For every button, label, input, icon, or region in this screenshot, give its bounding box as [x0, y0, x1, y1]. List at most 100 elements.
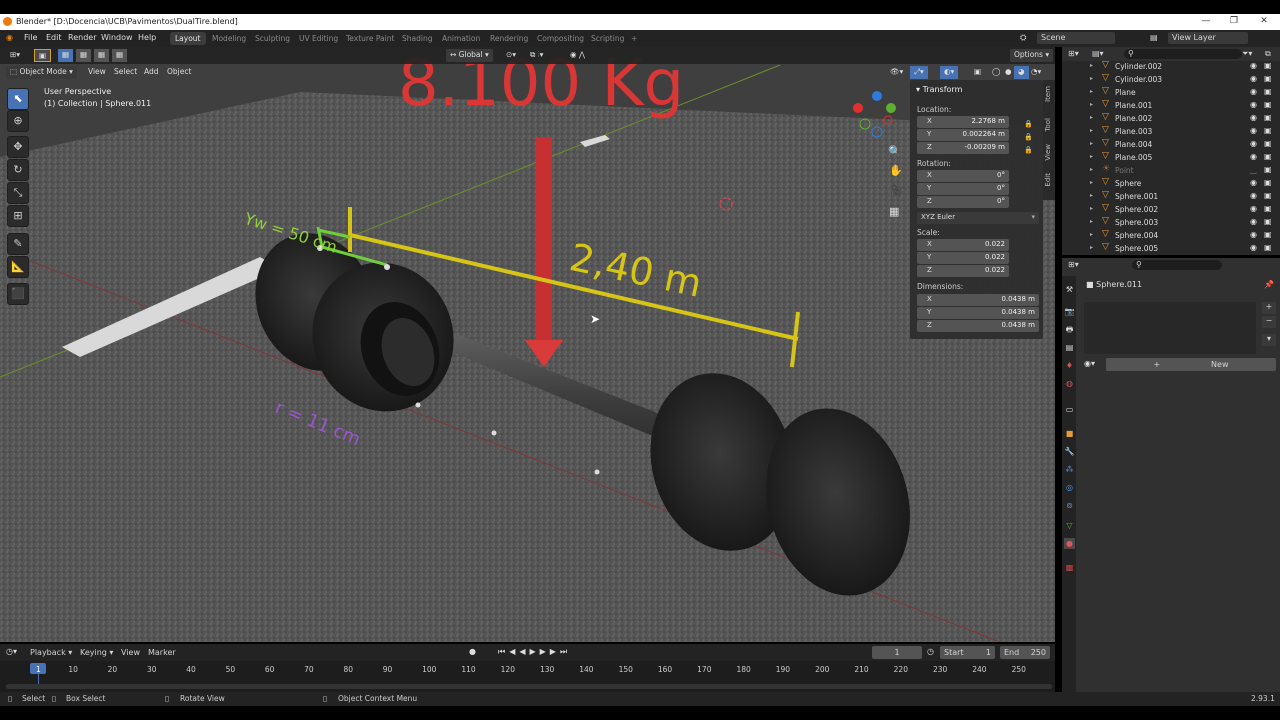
collection-tab-icon[interactable]: ▭: [1064, 404, 1075, 415]
camera-view-icon[interactable]: 🎥: [889, 184, 903, 197]
scale-x-field[interactable]: X 0.022: [917, 239, 1009, 251]
rotation-z-field[interactable]: Z 0°: [917, 196, 1009, 208]
maximize-icon[interactable]: ❐: [1220, 15, 1248, 29]
menu-add[interactable]: Add: [140, 66, 163, 79]
view-layer-icon[interactable]: ▤: [1150, 33, 1158, 42]
tab-shading[interactable]: Shading: [397, 32, 437, 45]
shading-rendered-icon[interactable]: ◔▾: [1027, 66, 1045, 79]
tab-animation[interactable]: Animation: [437, 32, 485, 45]
pan-icon[interactable]: ✋: [889, 164, 903, 177]
eye-icon[interactable]: ◉: [1250, 191, 1257, 200]
physics-tab-icon[interactable]: ◎: [1064, 482, 1075, 493]
close-icon[interactable]: ✕: [1250, 15, 1278, 29]
list-item[interactable]: ▸ ▽ Cylinder.003 ◉ ▣: [1062, 73, 1280, 86]
move-tool-icon[interactable]: ✥: [7, 136, 29, 158]
dimensions-x-field[interactable]: X 0.0438 m: [917, 294, 1039, 306]
eye-icon[interactable]: ◉: [1250, 74, 1257, 83]
new-collection-icon[interactable]: ⧉: [1265, 49, 1271, 59]
eye-icon[interactable]: ◉: [1250, 217, 1257, 226]
rotate-tool-icon[interactable]: ↻: [7, 159, 29, 181]
menu-object[interactable]: Object: [163, 66, 195, 79]
texture-tab-icon[interactable]: ▩: [1064, 562, 1075, 573]
list-item[interactable]: ▸ ▽ Sphere.003 ◉ ▣: [1062, 216, 1280, 229]
list-item[interactable]: ▸ ▽ Sphere ◉ ▣: [1062, 177, 1280, 190]
tab-edit[interactable]: Edit: [1044, 173, 1054, 187]
scene-tab-icon[interactable]: ♦: [1064, 360, 1075, 371]
view-layer-selector[interactable]: View Layer: [1168, 32, 1248, 44]
options-button[interactable]: Options ▾: [1010, 49, 1054, 62]
new-material-button[interactable]: + New: [1106, 358, 1276, 371]
camera-icon[interactable]: ▣: [1264, 61, 1272, 70]
scale-z-field[interactable]: Z 0.022: [917, 265, 1009, 277]
outliner-search-input[interactable]: ⚲: [1124, 49, 1242, 59]
zoom-icon[interactable]: 🔍: [888, 145, 902, 158]
tab-texture-paint[interactable]: Texture Paint: [341, 32, 399, 45]
camera-icon[interactable]: ▣: [1264, 152, 1272, 161]
3d-viewport[interactable]: 8.100 Kg Yw = 50 cm 2,40 m r = 11 cm ⊞▾ …: [0, 47, 1055, 642]
list-item[interactable]: ▸ ☀ Point ‿ ▣: [1062, 164, 1280, 177]
list-item[interactable]: ▸ ▽ Plane.001 ◉ ▣: [1062, 99, 1280, 112]
location-x-field[interactable]: X 2.2768 m: [917, 116, 1009, 128]
list-item[interactable]: ▸ ▽ Sphere.002 ◉ ▣: [1062, 203, 1280, 216]
tab-item[interactable]: Item: [1044, 86, 1054, 102]
tab-scripting[interactable]: Scripting: [586, 32, 629, 45]
remove-slot-button[interactable]: −: [1262, 316, 1276, 328]
add-slot-button[interactable]: +: [1262, 302, 1276, 314]
scale-y-field[interactable]: Y 0.022: [917, 252, 1009, 264]
list-item[interactable]: ▸ ▽ Plane.005 ◉ ▣: [1062, 151, 1280, 164]
scale-tool-icon[interactable]: ⤡: [7, 182, 29, 204]
menu-window[interactable]: Window: [101, 33, 133, 42]
tab-rendering[interactable]: Rendering: [485, 32, 533, 45]
rotation-mode-select[interactable]: XYZ Euler ▾: [917, 212, 1039, 224]
menu-render[interactable]: Render: [68, 33, 96, 42]
camera-icon[interactable]: ▣: [1264, 230, 1272, 239]
menu-help[interactable]: Help: [138, 33, 156, 42]
select-mode-extend-icon[interactable]: ▦: [76, 49, 92, 62]
object-tab-icon[interactable]: ■: [1064, 428, 1075, 439]
particles-tab-icon[interactable]: ⁂: [1064, 464, 1075, 475]
tab-layout[interactable]: Layout: [170, 32, 206, 45]
minimize-icon[interactable]: —: [1192, 15, 1220, 29]
tab-compositing[interactable]: Compositing: [532, 32, 589, 45]
menu-edit[interactable]: Edit: [46, 33, 62, 42]
editor-type-icon[interactable]: ⊞▾: [6, 49, 24, 62]
pin-icon[interactable]: 📌: [1264, 280, 1274, 289]
camera-icon[interactable]: ▣: [1264, 113, 1272, 122]
modifier-tab-icon[interactable]: 🔧: [1064, 446, 1075, 457]
list-item[interactable]: ▸ ▽ Sphere.001 ◉ ▣: [1062, 190, 1280, 203]
eye-icon[interactable]: ◉: [1250, 61, 1257, 70]
material-browse-icon[interactable]: ◉▾: [1084, 359, 1095, 368]
tab-uv-editing[interactable]: UV Editing: [294, 32, 343, 45]
cursor-tool-icon[interactable]: ⊕: [7, 110, 29, 132]
rotation-x-field[interactable]: X 0°: [917, 170, 1009, 182]
list-item[interactable]: ▸ ▽ Sphere.004 ◉ ▣: [1062, 229, 1280, 242]
scene-icon[interactable]: ⛭: [1020, 33, 1026, 43]
pivot-icon[interactable]: ⊙▾: [502, 49, 520, 62]
eye-icon[interactable]: ◉: [1250, 178, 1257, 187]
camera-icon[interactable]: ▣: [1264, 100, 1272, 109]
camera-icon[interactable]: ▣: [1264, 217, 1272, 226]
list-item[interactable]: ▸ ▽ Plane.003 ◉ ▣: [1062, 125, 1280, 138]
list-item[interactable]: ▸ ▽ Plane.002 ◉ ▣: [1062, 112, 1280, 125]
dimensions-y-field[interactable]: Y 0.0438 m: [917, 307, 1039, 319]
constraints-tab-icon[interactable]: ⊚: [1064, 500, 1075, 511]
camera-icon[interactable]: ▣: [1264, 165, 1272, 174]
list-item[interactable]: ▸ ▽ Cylinder.002 ◉ ▣: [1062, 60, 1280, 73]
display-mode-icon[interactable]: ▤▾: [1092, 49, 1104, 58]
ortho-toggle-icon[interactable]: ▦: [889, 205, 899, 218]
visibility-icon[interactable]: 👁▾: [886, 66, 907, 79]
camera-icon[interactable]: ▣: [1264, 87, 1272, 96]
properties-search-input[interactable]: ⚲: [1132, 260, 1222, 270]
menu-select[interactable]: Select: [110, 66, 141, 79]
eye-icon[interactable]: ◉: [1250, 100, 1257, 109]
measure-tool-icon[interactable]: 📐: [7, 256, 29, 278]
mode-selector[interactable]: ⬚ Object Mode ▾: [6, 66, 77, 79]
select-box-tool-icon[interactable]: ▣: [34, 49, 52, 62]
snap-icon[interactable]: ⧉ ⦙▾: [526, 49, 547, 62]
eye-icon[interactable]: ◉: [1250, 243, 1257, 252]
list-item[interactable]: ▸ ▽ Plane ◉ ▣: [1062, 86, 1280, 99]
select-mode-new-icon[interactable]: ▦: [58, 49, 74, 62]
editor-type-icon[interactable]: ⊞▾: [1068, 49, 1079, 58]
material-tab-icon[interactable]: ●: [1064, 538, 1075, 549]
material-slot-list[interactable]: [1084, 302, 1256, 354]
